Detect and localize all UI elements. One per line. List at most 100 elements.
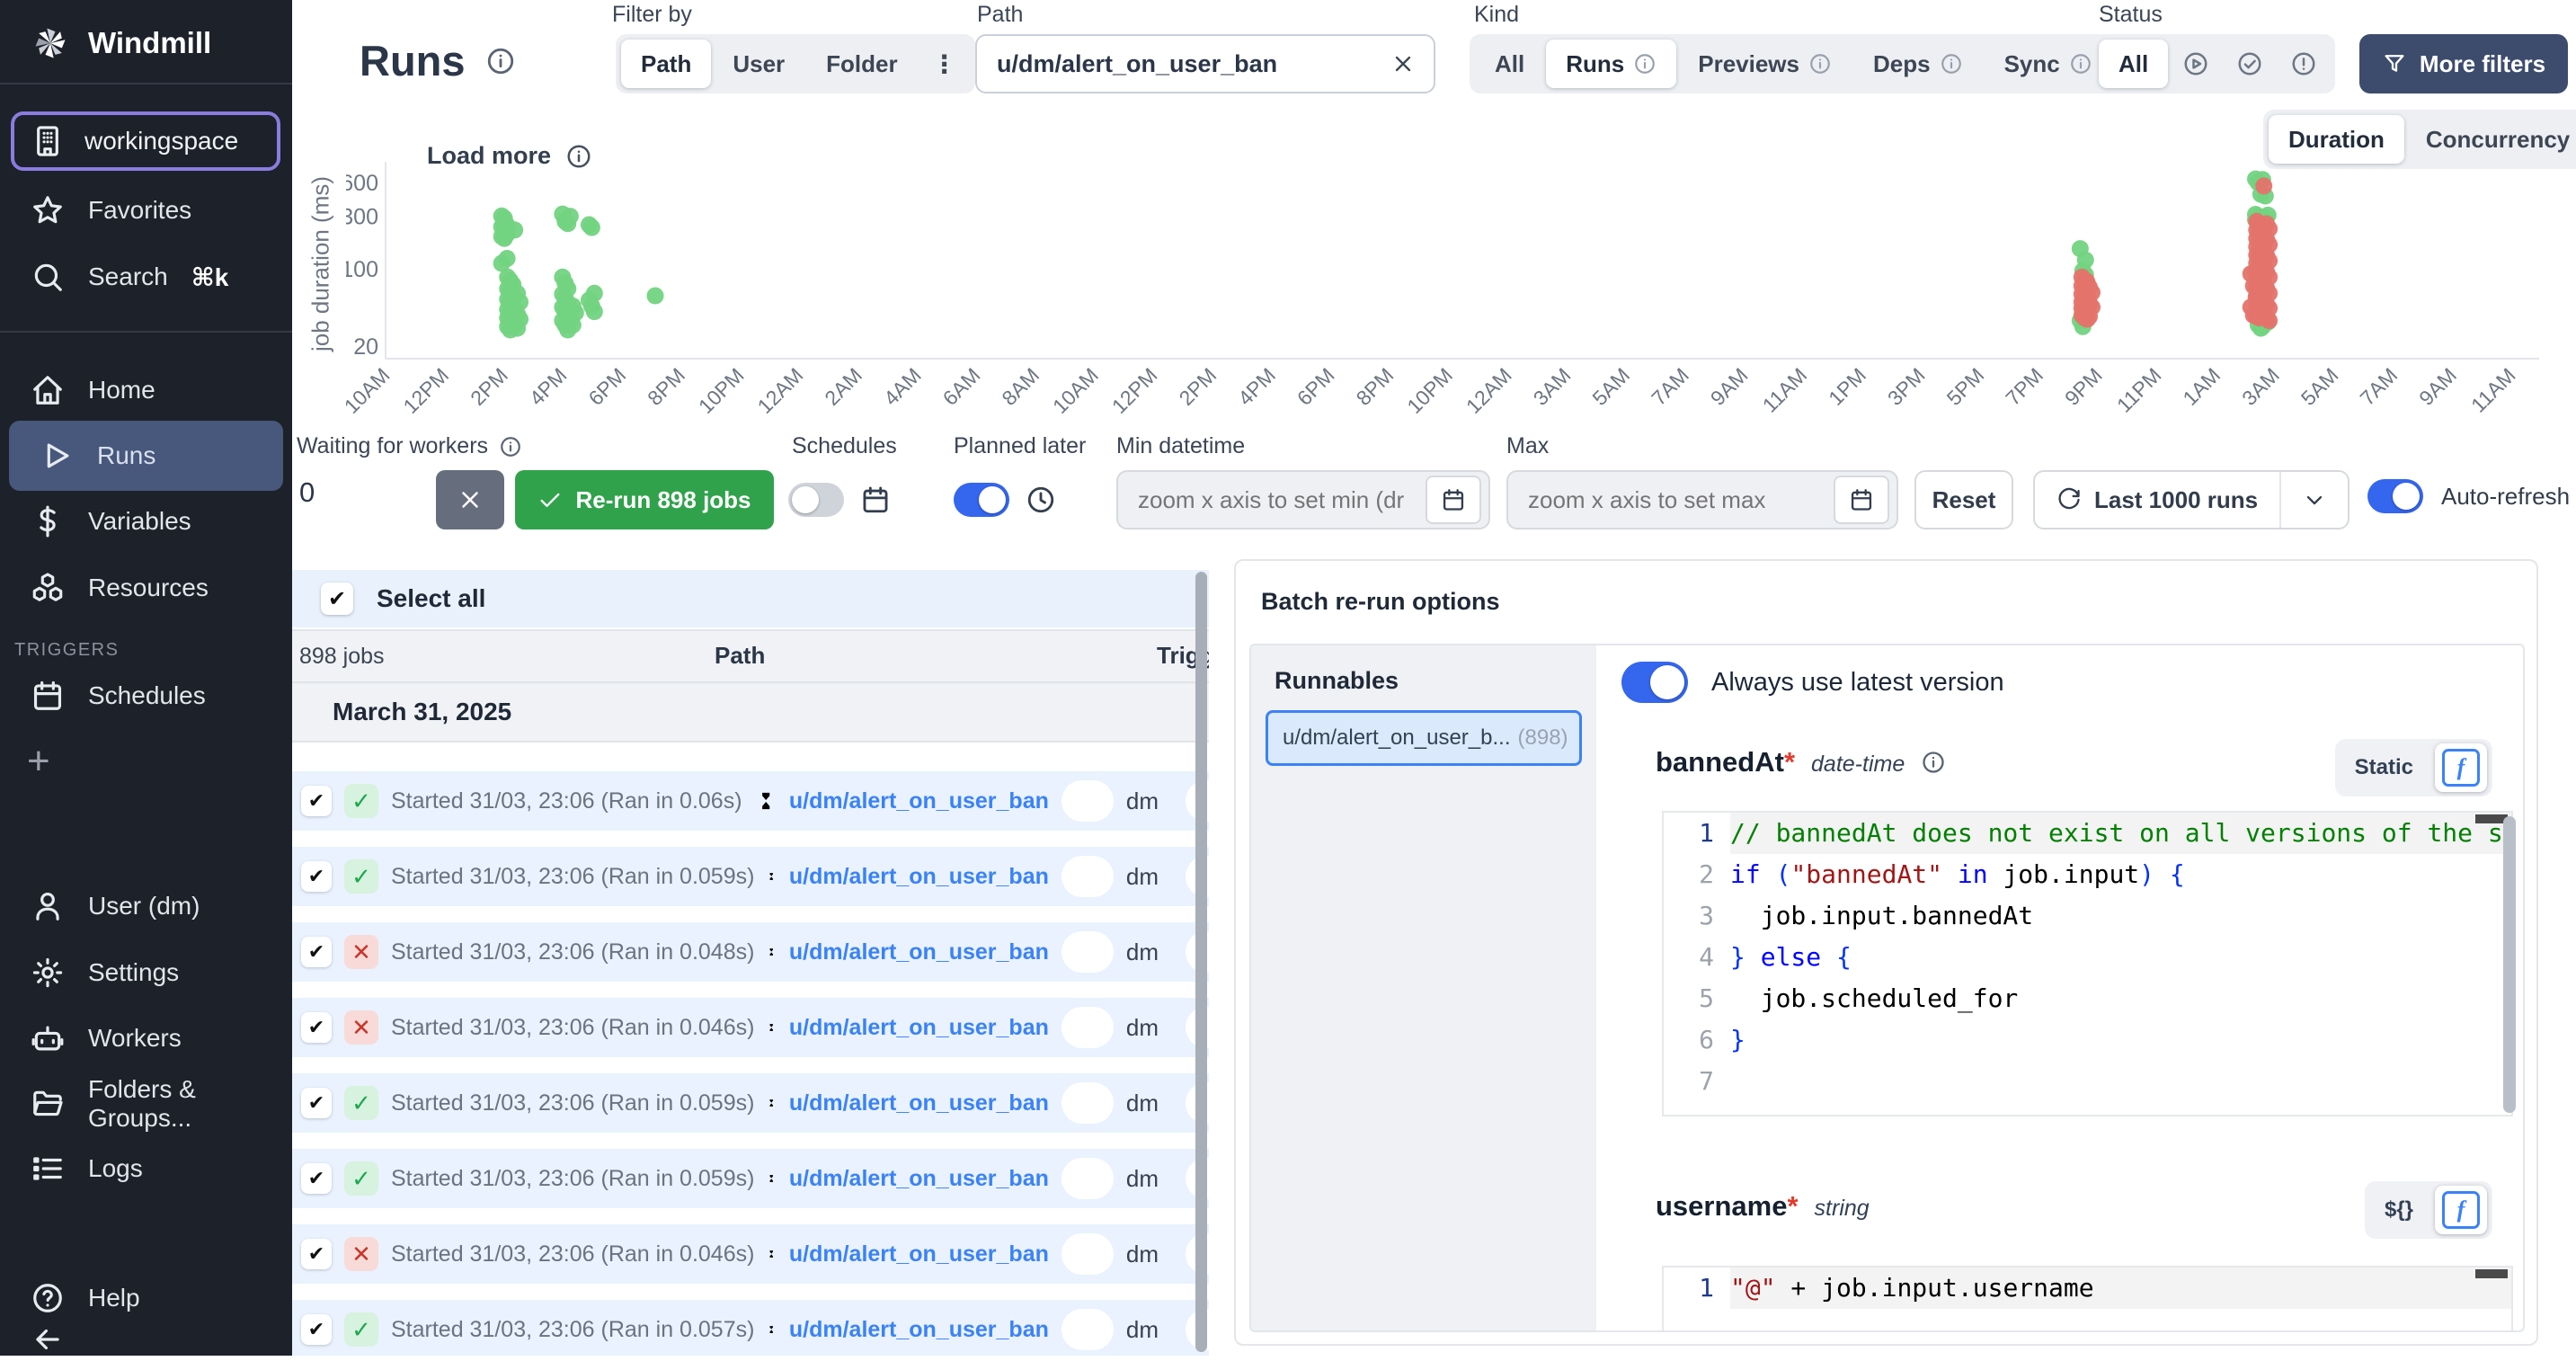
schedules-toggle[interactable] (788, 483, 844, 517)
row-checkbox[interactable]: ✔ (301, 861, 332, 892)
mode-function-button[interactable]: f (2435, 1186, 2487, 1234)
clear-icon[interactable] (1390, 51, 1416, 76)
username-code-editor[interactable]: 1"@" + job.input.username (1662, 1266, 2513, 1332)
latest-version-toggle[interactable] (1621, 662, 1688, 703)
sidebar-item-runs[interactable]: Runs (9, 421, 283, 491)
table-row[interactable]: ✔✓Started 31/03, 23:06 (Ran in 0.059s)u/… (292, 847, 1209, 906)
kebab-menu-icon[interactable]: ⋮ (919, 49, 970, 79)
add-trigger-button[interactable]: + (27, 739, 50, 784)
calendar-icon (1849, 487, 1874, 512)
duration-scatter-chart[interactable]: 2010030060010AM12PM2PM4PM6PM8PM10PM12AM2… (346, 153, 2557, 423)
mode-static[interactable]: Static (2341, 755, 2428, 780)
row-checkbox[interactable]: ✔ (301, 1012, 332, 1043)
sidebar-item-schedules[interactable]: Schedules (0, 672, 292, 719)
row-checkbox[interactable]: ✔ (301, 1314, 332, 1345)
run-path-link[interactable]: u/dm/alert_on_user_ban (789, 939, 1049, 965)
info-icon[interactable] (1921, 750, 1946, 775)
table-row[interactable]: ✔✕Started 31/03, 23:06 (Ran in 0.048s)u/… (292, 922, 1209, 982)
table-row[interactable]: ✔✓Started 31/03, 23:06 (Ran in 0.059s)u/… (292, 1073, 1209, 1133)
filter-path-button[interactable] (1061, 1158, 1114, 1199)
row-checkbox[interactable]: ✔ (301, 786, 332, 816)
filter-path-button[interactable] (1061, 1233, 1114, 1275)
run-path-link[interactable]: u/dm/alert_on_user_ban (789, 1241, 1049, 1268)
filter-option-user[interactable]: User (713, 40, 804, 88)
reset-button[interactable]: Reset (1914, 470, 2013, 529)
status-option-success[interactable] (2224, 40, 2276, 88)
run-path-link[interactable]: u/dm/alert_on_user_ban (789, 1015, 1049, 1041)
column-path[interactable]: Path (715, 642, 765, 670)
sidebar-item-workers[interactable]: Workers (0, 1015, 292, 1062)
run-path-link[interactable]: u/dm/alert_on_user_ban (789, 1317, 1049, 1343)
status-option-failure[interactable] (2278, 40, 2330, 88)
kind-option-all[interactable]: All (1475, 40, 1544, 88)
run-path-link[interactable]: u/dm/alert_on_user_ban (789, 1166, 1049, 1192)
kind-option-deps[interactable]: Deps (1853, 40, 1983, 88)
sidebar-item-home[interactable]: Home (0, 367, 292, 414)
max-calendar-button[interactable] (1834, 476, 1889, 524)
more-filters-button[interactable]: More filters (2359, 34, 2568, 93)
filter-path-button[interactable] (1061, 1309, 1114, 1350)
run-path-link[interactable]: u/dm/alert_on_user_ban (789, 864, 1049, 890)
table-row[interactable]: ✔✕Started 31/03, 23:06 (Ran in 0.046s)u/… (292, 1224, 1209, 1284)
page-title: Runs (360, 36, 516, 85)
runnable-item[interactable]: u/dm/alert_on_user_b... (898) (1266, 710, 1582, 766)
sidebar-item-user[interactable]: User (dm) (0, 883, 292, 930)
mode-function-button[interactable]: f (2435, 743, 2487, 792)
filter-path-button[interactable] (1061, 931, 1114, 973)
last-runs-main[interactable]: Last 1000 runs (2035, 472, 2279, 528)
run-path-link[interactable]: u/dm/alert_on_user_ban (789, 1090, 1049, 1116)
table-row[interactable]: ✔✕Started 31/03, 23:06 (Ran in 0.046s)u/… (292, 998, 1209, 1057)
panel-scrollbar[interactable] (2503, 816, 2516, 1113)
cancel-selection-button[interactable] (436, 470, 504, 529)
row-checkbox[interactable]: ✔ (301, 1239, 332, 1269)
row-checkbox[interactable]: ✔ (301, 937, 332, 967)
bannedat-code-editor[interactable]: 1// bannedAt does not exist on all versi… (1662, 811, 2513, 1116)
table-scrollbar[interactable] (1195, 572, 1207, 1352)
last-runs-dropdown[interactable] (2279, 472, 2348, 528)
sidebar-item-favorites[interactable]: Favorites (0, 187, 292, 234)
svg-text:3AM: 3AM (2237, 363, 2284, 410)
auto-refresh-toggle[interactable] (2367, 479, 2423, 513)
sidebar-item-folders[interactable]: Folders & Groups... (0, 1081, 292, 1127)
table-row[interactable]: ✔✓Started 31/03, 23:06 (Ran in 0.06s)u/d… (292, 771, 1209, 831)
filter-option-folder[interactable]: Folder (806, 40, 917, 88)
select-all-checkbox[interactable]: ✔ (321, 583, 353, 615)
svg-text:4AM: 4AM (879, 363, 926, 410)
collapse-sidebar-button[interactable] (0, 1318, 292, 1361)
kind-option-runs[interactable]: Runs (1546, 40, 1676, 88)
filter-option-path[interactable]: Path (621, 40, 711, 88)
rerun-jobs-button[interactable]: Re-run 898 jobs (515, 470, 774, 529)
run-path-link[interactable]: u/dm/alert_on_user_ban (789, 788, 1049, 814)
logo[interactable]: Windmill (0, 16, 292, 70)
home-icon (31, 373, 65, 407)
sidebar-item-help[interactable]: Help (0, 1275, 292, 1321)
row-checkbox[interactable]: ✔ (301, 1163, 332, 1194)
table-row[interactable]: ✔✓Started 31/03, 23:06 (Ran in 0.059s)u/… (292, 1149, 1209, 1208)
row-checkbox[interactable]: ✔ (301, 1088, 332, 1118)
filter-path-button[interactable] (1061, 780, 1114, 822)
min-calendar-button[interactable] (1426, 476, 1481, 524)
success-icon: ✓ (344, 784, 378, 818)
svg-text:12PM: 12PM (1107, 363, 1162, 418)
filter-path-button[interactable] (1061, 856, 1114, 897)
workspace-switcher[interactable]: workingspace (11, 111, 280, 171)
sidebar-item-settings[interactable]: Settings (0, 949, 292, 996)
status-option-running[interactable] (2170, 40, 2222, 88)
sidebar-item-search[interactable]: Search ⌘k (0, 254, 292, 300)
planned-later-toggle[interactable] (954, 483, 1009, 517)
status-option-all[interactable]: All (2099, 40, 2168, 88)
sidebar-item-resources[interactable]: Resources (0, 565, 292, 611)
min-datetime-input[interactable] (1136, 485, 1417, 515)
sidebar-item-variables[interactable]: Variables (0, 498, 292, 545)
filter-path-button[interactable] (1061, 1082, 1114, 1124)
filter-path-button[interactable] (1061, 1007, 1114, 1048)
kind-option-previews[interactable]: Previews (1678, 40, 1852, 88)
info-icon[interactable] (485, 46, 516, 76)
max-datetime-input[interactable] (1526, 485, 1825, 515)
table-row[interactable]: ✔✓Started 31/03, 23:06 (Ran in 0.057s)u/… (292, 1300, 1209, 1356)
calendar-icon (31, 679, 65, 713)
line-number: 4 (1664, 937, 1730, 978)
sidebar-item-logs[interactable]: Logs (0, 1145, 292, 1192)
mode-template[interactable]: ${} (2370, 1197, 2428, 1223)
path-filter-input[interactable] (995, 49, 1390, 79)
